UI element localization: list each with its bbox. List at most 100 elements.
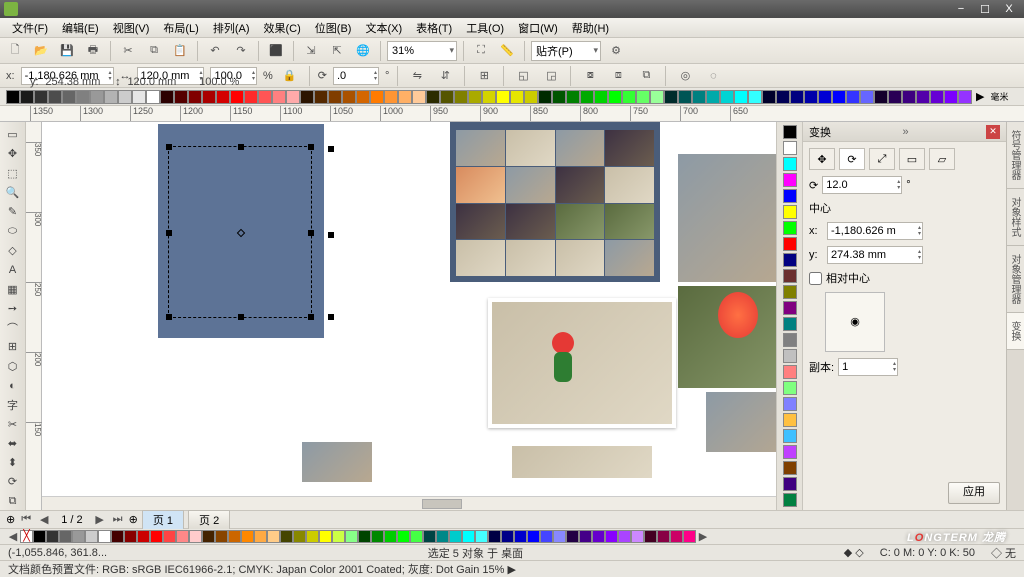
swatch[interactable] bbox=[398, 90, 412, 104]
fullscreen-button[interactable]: ⛶ bbox=[470, 40, 492, 62]
tool-5[interactable]: ⬭ bbox=[2, 222, 24, 239]
rotation-input[interactable]: .0 bbox=[333, 67, 379, 85]
swatch[interactable] bbox=[118, 90, 132, 104]
swatch[interactable] bbox=[958, 90, 972, 104]
swatch[interactable] bbox=[783, 301, 797, 315]
panel-close-button[interactable]: ✕ bbox=[986, 125, 1000, 139]
swatch[interactable] bbox=[163, 530, 176, 543]
docker-tab-symbols[interactable]: 符号管理器 bbox=[1007, 122, 1024, 189]
swatch[interactable] bbox=[734, 90, 748, 104]
swatch[interactable] bbox=[818, 90, 832, 104]
swatch[interactable] bbox=[783, 125, 797, 139]
swatch[interactable] bbox=[384, 90, 398, 104]
swatch[interactable] bbox=[72, 530, 85, 543]
selected-rectangle[interactable] bbox=[158, 124, 324, 338]
tool-18[interactable]: ⟳ bbox=[2, 473, 24, 490]
swatch[interactable] bbox=[20, 90, 34, 104]
swatch[interactable] bbox=[202, 90, 216, 104]
swatch[interactable] bbox=[692, 90, 706, 104]
swatch[interactable] bbox=[783, 429, 797, 443]
swatch[interactable] bbox=[846, 90, 860, 104]
ruler-horizontal[interactable]: 1350130012501200115011001050100095090085… bbox=[0, 106, 1024, 122]
paste-button[interactable]: 📋 bbox=[169, 40, 191, 62]
bitmap-fragment-2[interactable] bbox=[302, 442, 372, 482]
tool-0[interactable]: ▭ bbox=[2, 126, 24, 143]
swatch[interactable] bbox=[244, 90, 258, 104]
swatch[interactable] bbox=[202, 530, 215, 543]
outline-indicator[interactable]: ◇ 无 bbox=[991, 545, 1016, 561]
swatch[interactable] bbox=[538, 90, 552, 104]
swatch[interactable] bbox=[566, 530, 579, 543]
import-button[interactable]: ⇲ bbox=[300, 40, 322, 62]
swatch[interactable] bbox=[228, 530, 241, 543]
swatch[interactable] bbox=[137, 530, 150, 543]
palette-scroll-right[interactable]: ▶ bbox=[976, 90, 984, 103]
swatch[interactable] bbox=[34, 90, 48, 104]
swatch[interactable] bbox=[783, 173, 797, 187]
palette-scroll-left[interactable]: ◀ bbox=[6, 530, 20, 543]
swatch[interactable] bbox=[488, 530, 501, 543]
swatch[interactable] bbox=[670, 530, 683, 543]
menu-tools[interactable]: 工具(O) bbox=[460, 18, 510, 38]
swatch[interactable] bbox=[258, 90, 272, 104]
tool-2[interactable]: ⬚ bbox=[2, 165, 24, 182]
handle-outer-se[interactable] bbox=[328, 314, 334, 320]
swatch[interactable] bbox=[345, 530, 358, 543]
swatch[interactable] bbox=[527, 530, 540, 543]
apply-button[interactable]: 应用 bbox=[948, 482, 1000, 504]
swatch[interactable] bbox=[510, 90, 524, 104]
swatch[interactable] bbox=[241, 530, 254, 543]
ungroup-button[interactable]: ⧈ bbox=[607, 65, 629, 87]
swatch[interactable] bbox=[496, 90, 510, 104]
swatch[interactable] bbox=[384, 530, 397, 543]
tab-position-icon[interactable]: ✥ bbox=[809, 148, 835, 170]
options-button[interactable]: ⚙ bbox=[605, 40, 627, 62]
relative-center-checkbox[interactable] bbox=[809, 272, 822, 285]
swatch[interactable] bbox=[580, 90, 594, 104]
panel-collapse-button[interactable]: » bbox=[902, 126, 908, 138]
center-x-input[interactable]: -1,180.626 m bbox=[827, 222, 923, 240]
h-scrollbar[interactable] bbox=[42, 496, 776, 510]
combine-button[interactable]: ◎ bbox=[674, 65, 696, 87]
tool-3[interactable]: 🔍 bbox=[2, 184, 24, 201]
tool-12[interactable]: ⬡ bbox=[2, 358, 24, 375]
swatch[interactable] bbox=[342, 90, 356, 104]
swatch[interactable] bbox=[783, 269, 797, 283]
handle-s[interactable] bbox=[238, 314, 244, 320]
swatch[interactable] bbox=[783, 189, 797, 203]
swatch[interactable] bbox=[644, 530, 657, 543]
swatch[interactable] bbox=[552, 90, 566, 104]
swatch[interactable] bbox=[371, 530, 384, 543]
copy-button[interactable]: ⧉ bbox=[143, 40, 165, 62]
swatch[interactable] bbox=[783, 317, 797, 331]
docker-tab-transform[interactable]: 变换 bbox=[1007, 313, 1024, 350]
tool-6[interactable]: ◇ bbox=[2, 242, 24, 259]
menu-edit[interactable]: 编辑(E) bbox=[56, 18, 105, 38]
menu-help[interactable]: 帮助(H) bbox=[566, 18, 615, 38]
swatch[interactable] bbox=[783, 253, 797, 267]
bitmap-portrait[interactable] bbox=[678, 154, 776, 282]
swatch[interactable] bbox=[449, 530, 462, 543]
swatch[interactable] bbox=[860, 90, 874, 104]
break-button[interactable]: ◌ bbox=[702, 65, 724, 87]
swatch[interactable] bbox=[902, 90, 916, 104]
swatch[interactable] bbox=[174, 90, 188, 104]
swatch[interactable] bbox=[783, 445, 797, 459]
canvas[interactable] bbox=[42, 122, 776, 510]
first-page-button[interactable]: ⏮ bbox=[19, 513, 33, 526]
swatch[interactable] bbox=[579, 530, 592, 543]
swatch[interactable] bbox=[176, 530, 189, 543]
swatch[interactable] bbox=[468, 90, 482, 104]
tool-7[interactable]: A bbox=[2, 261, 24, 278]
swatch[interactable] bbox=[790, 90, 804, 104]
swatch[interactable] bbox=[150, 530, 163, 543]
handle-w[interactable] bbox=[166, 230, 172, 236]
swatch[interactable] bbox=[783, 365, 797, 379]
tool-1[interactable]: ✥ bbox=[2, 145, 24, 162]
ruler-button[interactable]: 📏 bbox=[496, 40, 518, 62]
bitmap-balloon[interactable] bbox=[678, 286, 776, 388]
swatch[interactable] bbox=[888, 90, 902, 104]
swatch[interactable] bbox=[33, 530, 46, 543]
swatch[interactable] bbox=[783, 413, 797, 427]
swatch[interactable] bbox=[783, 205, 797, 219]
